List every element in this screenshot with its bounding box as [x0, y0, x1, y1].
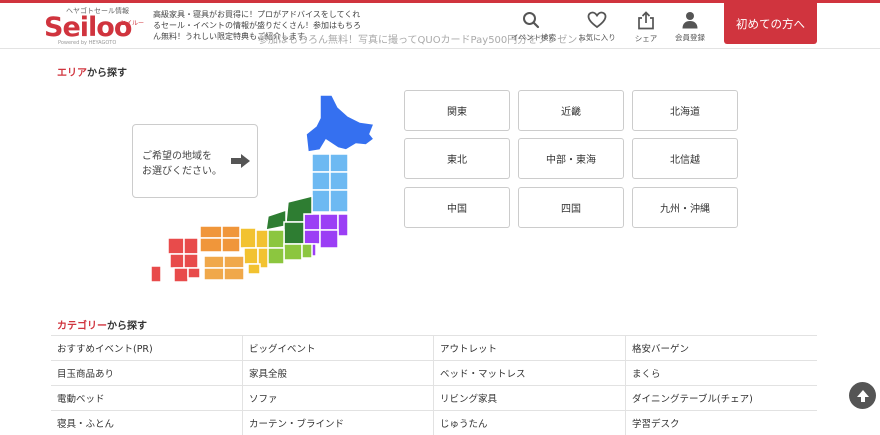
region-button-hokushinetsu[interactable]: 北信越 [632, 138, 738, 179]
share-icon [638, 11, 654, 30]
region-button-kanto[interactable]: 関東 [404, 90, 510, 131]
category-link[interactable]: リビング家具 [440, 391, 497, 405]
search-icon [523, 12, 540, 29]
favorites-button[interactable]: お気に入り [577, 11, 617, 43]
category-divider [433, 411, 434, 435]
region-button-chugoku[interactable]: 中国 [404, 187, 510, 228]
category-divider [242, 386, 243, 410]
category-link[interactable]: 学習デスク [632, 416, 680, 430]
logo-wordmark: Seiloo [44, 12, 132, 43]
category-link[interactable]: じゅうたん [440, 416, 488, 430]
category-divider [625, 411, 626, 435]
map-region-chugoku[interactable] [199, 225, 241, 253]
arrow-up-icon [856, 389, 869, 402]
area-title-highlight: エリア [57, 68, 87, 79]
category-section-title: カテゴリーから探す [57, 317, 147, 332]
category-row: 電動ベッド ソファ リビング家具 ダイニングテーブル(チェア) [51, 385, 817, 410]
category-link[interactable]: おすすめイベント(PR) [57, 341, 153, 355]
favorites-label: お気に入り [578, 33, 616, 42]
category-divider [242, 361, 243, 385]
map-region-shikoku[interactable] [203, 255, 245, 281]
region-button-shikoku[interactable]: 四国 [518, 187, 624, 228]
logo-powered-by: Powered by HEYAGOTO [58, 40, 117, 46]
category-divider [433, 336, 434, 360]
category-title-rest: から探す [107, 321, 147, 332]
region-button-chubu-tokai[interactable]: 中部・東海 [518, 138, 624, 179]
category-link[interactable]: 家具全般 [249, 366, 287, 380]
category-row: 目玉商品あり 家具全般 ベッド・マットレス まくら [51, 360, 817, 385]
share-button[interactable]: シェア [626, 11, 666, 44]
category-link[interactable]: ベッド・マットレス [440, 366, 526, 380]
site-logo[interactable]: ヘヤゴトセール情報 Seiloo セイルー Powered by HEYAGOT… [44, 5, 144, 47]
category-link[interactable]: ソファ [249, 391, 278, 405]
region-button-kinki[interactable]: 近畿 [518, 90, 624, 131]
category-divider [433, 386, 434, 410]
area-section-title: エリアから探す [57, 64, 127, 79]
share-label: シェア [634, 34, 658, 43]
category-row: 寝具・ふとん カーテン・ブラインド じゅうたん 学習デスク [51, 410, 817, 435]
region-button-kyushu-okinawa[interactable]: 九州・沖縄 [632, 187, 738, 228]
heart-icon [587, 11, 607, 29]
category-link[interactable]: まくら [632, 366, 661, 380]
scroll-to-top-button[interactable] [849, 382, 876, 409]
event-search-button[interactable]: イベント検索 [511, 11, 556, 43]
japan-region-map [150, 94, 376, 283]
category-link[interactable]: ダイニングテーブル(チェア) [632, 391, 753, 405]
person-icon [682, 12, 698, 29]
area-title-rest: から探す [87, 68, 127, 79]
first-time-visitor-button[interactable]: 初めての方へ [724, 3, 817, 44]
category-link[interactable]: アウトレット [440, 341, 497, 355]
category-divider [625, 361, 626, 385]
member-register-button[interactable]: 会員登録 [670, 11, 710, 43]
category-divider [433, 361, 434, 385]
region-button-hokkaido[interactable]: 北海道 [632, 90, 738, 131]
category-link[interactable]: ビッグイベント [249, 341, 316, 355]
map-region-kyushu[interactable] [150, 237, 201, 283]
logo-reading: セイルー [120, 20, 145, 27]
category-title-highlight: カテゴリー [57, 321, 107, 332]
event-search-label: イベント検索 [511, 33, 556, 42]
category-divider [242, 336, 243, 360]
category-link[interactable]: カーテン・ブラインド [249, 416, 344, 430]
category-link[interactable]: 寝具・ふとん [57, 416, 114, 430]
category-link[interactable]: 目玉商品あり [57, 366, 114, 380]
site-header: ヘヤゴトセール情報 Seiloo セイルー Powered by HEYAGOT… [0, 3, 880, 49]
category-divider [625, 386, 626, 410]
category-link[interactable]: 格安バーゲン [632, 341, 689, 355]
header-marquee: 参加はもちろん無料！写真に撮ってQUOカードPay500円分をプレゼント [258, 35, 588, 45]
region-button-tohoku[interactable]: 東北 [404, 138, 510, 179]
map-region-hokkaido[interactable] [305, 94, 376, 153]
category-row: おすすめイベント(PR) ビッグイベント アウトレット 格安バーゲン [51, 335, 817, 360]
category-link[interactable]: 電動ベッド [57, 391, 105, 405]
category-divider [242, 411, 243, 435]
map-region-tohoku[interactable] [311, 153, 349, 213]
category-divider [625, 336, 626, 360]
member-register-label: 会員登録 [675, 33, 705, 42]
